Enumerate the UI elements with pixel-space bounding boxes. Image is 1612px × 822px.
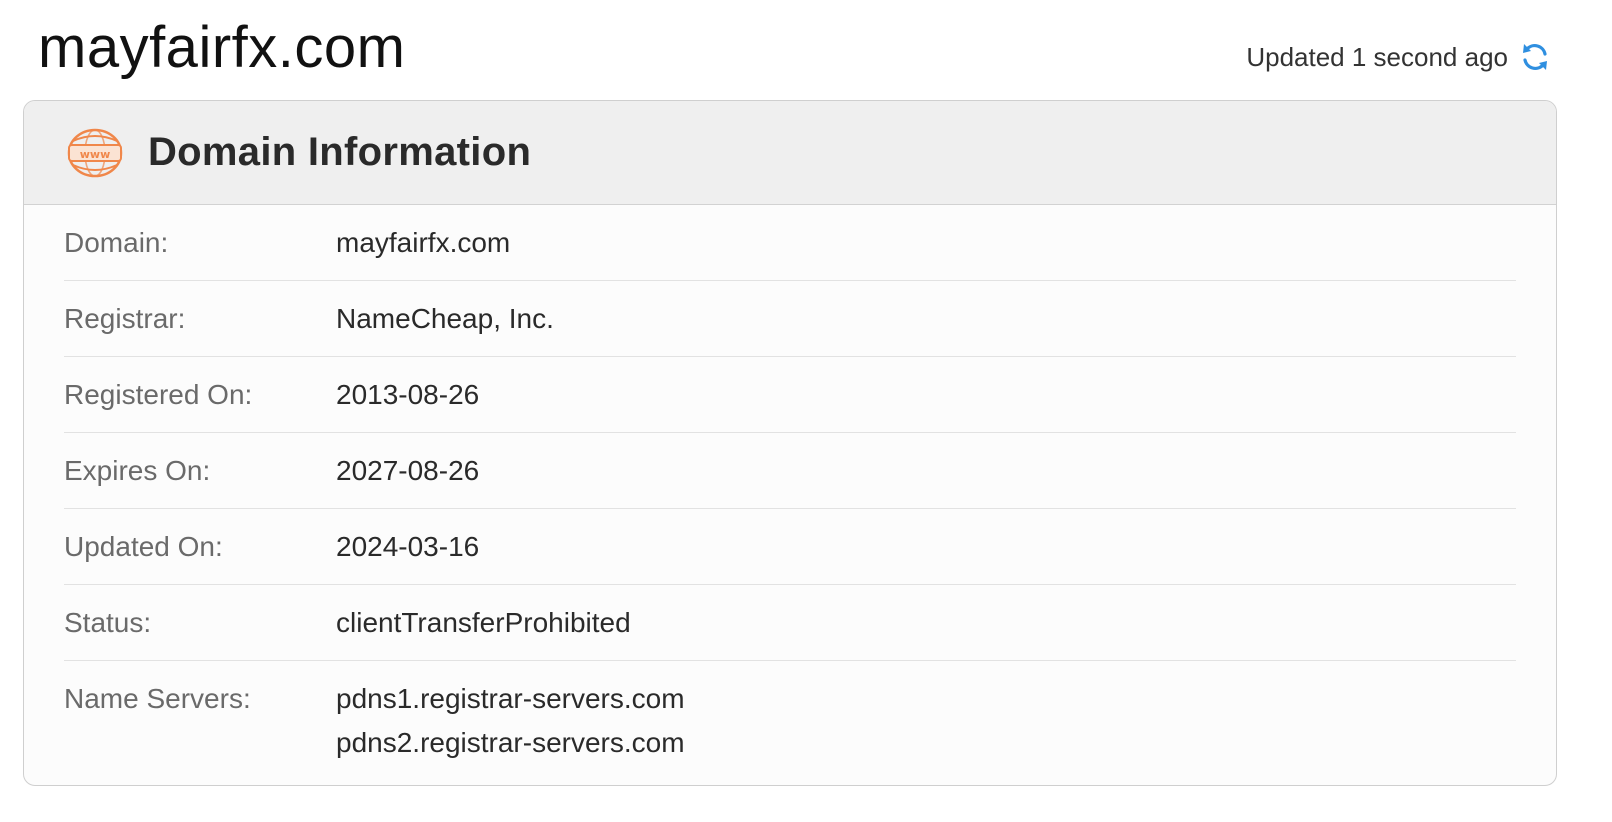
updated-status: Updated 1 second ago [1246,40,1552,74]
row-updated-on: Updated On: 2024-03-16 [64,509,1516,585]
www-icon: www [66,127,124,179]
row-label: Registered On: [64,379,253,410]
row-label: Updated On: [64,531,223,562]
row-label: Name Servers: [64,683,251,714]
row-domain: Domain: mayfairfx.com [64,205,1516,281]
row-value: NameCheap, Inc. [336,303,554,334]
row-registered-on: Registered On: 2013-08-26 [64,357,1516,433]
row-registrar: Registrar: NameCheap, Inc. [64,281,1516,357]
row-value: 2024-03-16 [336,531,480,562]
updated-text: Updated 1 second ago [1246,41,1508,72]
row-label: Registrar: [64,303,186,334]
page: mayfairfx.com Updated 1 second ago www D… [0,0,1612,822]
row-name-servers: Name Servers: pdns1.registrar-servers.co… [64,661,1516,760]
row-value: 2013-08-26 [336,379,480,410]
row-status: Status: clientTransferProhibited [64,585,1516,661]
page-title: mayfairfx.com [38,15,406,80]
name-server-item: pdns1.registrar-servers.com [336,683,685,714]
card-title: Domain Information [148,130,532,174]
row-label: Domain: [64,227,169,258]
svg-text:www: www [80,148,111,161]
name-server-item: pdns2.registrar-servers.com [336,727,685,758]
domain-info-card: www Domain Information Domain: mayfairfx… [23,100,1557,786]
refresh-icon[interactable] [1518,40,1552,74]
page-header: mayfairfx.com Updated 1 second ago [0,0,1612,100]
card-header: www Domain Information [24,101,1556,205]
row-value: clientTransferProhibited [336,607,631,638]
row-value: 2027-08-26 [336,455,480,486]
row-label: Status: [64,607,152,638]
row-expires-on: Expires On: 2027-08-26 [64,433,1516,509]
row-value: mayfairfx.com [336,227,511,258]
name-server-list: pdns1.registrar-servers.com pdns2.regist… [336,682,685,760]
row-label: Expires On: [64,455,211,486]
info-rows: Domain: mayfairfx.com Registrar: NameChe… [24,205,1556,760]
